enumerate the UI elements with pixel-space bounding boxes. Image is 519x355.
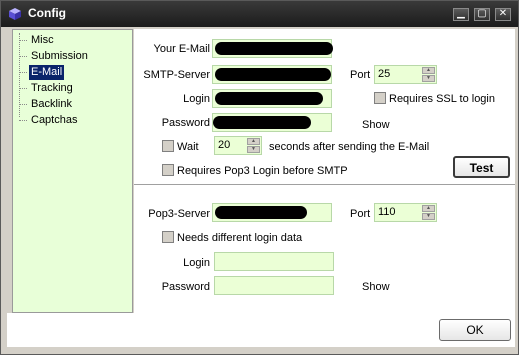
spinner-down-icon[interactable]: ▼ — [247, 146, 260, 153]
spinner-up-icon[interactable]: ▲ — [422, 205, 435, 212]
ok-button[interactable]: OK — [439, 319, 511, 341]
pop3-password-label: Password — [161, 281, 210, 293]
smtp-server-label: SMTP-Server — [143, 69, 210, 81]
redacted-value — [215, 92, 323, 105]
test-button[interactable]: Test — [453, 156, 510, 178]
tree-item-captchas[interactable]: Captchas — [19, 113, 79, 128]
dialog-client-area: Misc Submission E-Mail Tracking Backlink… — [7, 27, 515, 347]
tree-item-label: Misc — [31, 34, 54, 46]
smtp-server-field[interactable] — [212, 65, 332, 84]
different-login-checkbox[interactable] — [162, 231, 174, 243]
tree-item-tracking[interactable]: Tracking — [19, 81, 75, 96]
tree-item-submission[interactable]: Submission — [19, 49, 90, 64]
tree-item-label: Tracking — [31, 82, 73, 94]
minimize-icon: ▁ — [457, 8, 465, 19]
smtp-login-field[interactable] — [212, 89, 332, 108]
redacted-value — [215, 68, 331, 81]
your-email-field[interactable] — [212, 39, 333, 58]
tree-item-label: Backlink — [31, 98, 72, 110]
redacted-value — [215, 206, 307, 219]
pop3-login-field[interactable] — [214, 252, 334, 271]
smtp-show-password-link[interactable]: Show — [362, 119, 390, 131]
pop3-password-field[interactable] — [214, 276, 334, 295]
spinner-up-icon[interactable]: ▲ — [247, 138, 260, 145]
section-divider — [134, 184, 515, 188]
dialog-footer: OK — [7, 313, 515, 347]
smtp-login-label: Login — [183, 93, 210, 105]
pop3-port-label: Port — [350, 208, 371, 220]
smtp-password-label: Password — [161, 117, 210, 129]
window-title: Config — [28, 6, 66, 20]
wait-seconds-value: 20 — [218, 139, 231, 151]
spinner-down-icon[interactable]: ▼ — [422, 75, 435, 82]
spinner-down-icon[interactable]: ▼ — [422, 213, 435, 220]
maximize-icon: ▢ — [477, 8, 487, 19]
pop3-server-field[interactable] — [212, 203, 332, 222]
requires-ssl-checkbox[interactable] — [374, 92, 386, 104]
pop3-show-password-link[interactable]: Show — [362, 281, 390, 293]
tree-item-email[interactable]: E-Mail — [19, 65, 65, 80]
close-icon: ✕ — [498, 8, 508, 19]
tree-item-label: Submission — [31, 50, 88, 62]
config-window: Config ▁ ▢ ✕ Misc Submission E-Mail Trac… — [0, 0, 519, 355]
redacted-value — [215, 42, 333, 55]
different-login-label: Needs different login data — [177, 232, 303, 244]
smtp-port-label: Port — [350, 69, 371, 81]
wait-label: Wait — [177, 141, 199, 153]
redacted-value — [213, 116, 311, 129]
email-settings-panel: Your E-Mail SMTP-Server Port 25 ▲ ▼ Login… — [134, 29, 515, 313]
wait-seconds-spinner[interactable]: 20 ▲ ▼ — [214, 136, 262, 155]
smtp-password-field[interactable] — [212, 113, 332, 132]
pop3-before-smtp-checkbox[interactable] — [162, 164, 174, 176]
settings-tree[interactable]: Misc Submission E-Mail Tracking Backlink… — [12, 29, 133, 313]
spinner-up-icon[interactable]: ▲ — [422, 67, 435, 74]
wait-checkbox[interactable] — [162, 140, 174, 152]
tree-item-backlink[interactable]: Backlink — [19, 97, 74, 112]
tree-item-misc[interactable]: Misc — [19, 33, 56, 48]
minimize-button[interactable]: ▁ — [453, 8, 469, 21]
smtp-port-spinner[interactable]: 25 ▲ ▼ — [374, 65, 437, 84]
wait-suffix-label: seconds after sending the E-Mail — [269, 141, 430, 153]
maximize-button[interactable]: ▢ — [474, 8, 490, 21]
tree-item-label: Captchas — [31, 114, 78, 126]
smtp-port-value: 25 — [378, 68, 391, 80]
app-cube-icon — [9, 8, 21, 20]
title-bar[interactable]: Config ▁ ▢ ✕ — [1, 1, 518, 27]
pop3-port-spinner[interactable]: 110 ▲ ▼ — [374, 203, 437, 222]
your-email-label: Your E-Mail — [153, 43, 210, 55]
pop3-port-value: 110 — [378, 206, 396, 218]
pop3-server-label: Pop3-Server — [148, 208, 210, 220]
requires-ssl-label: Requires SSL to login — [389, 93, 495, 105]
close-button[interactable]: ✕ — [495, 8, 511, 21]
tree-item-label: E-Mail — [31, 66, 63, 78]
pop3-before-smtp-label: Requires Pop3 Login before SMTP — [177, 165, 348, 177]
pop3-login-label: Login — [183, 257, 210, 269]
